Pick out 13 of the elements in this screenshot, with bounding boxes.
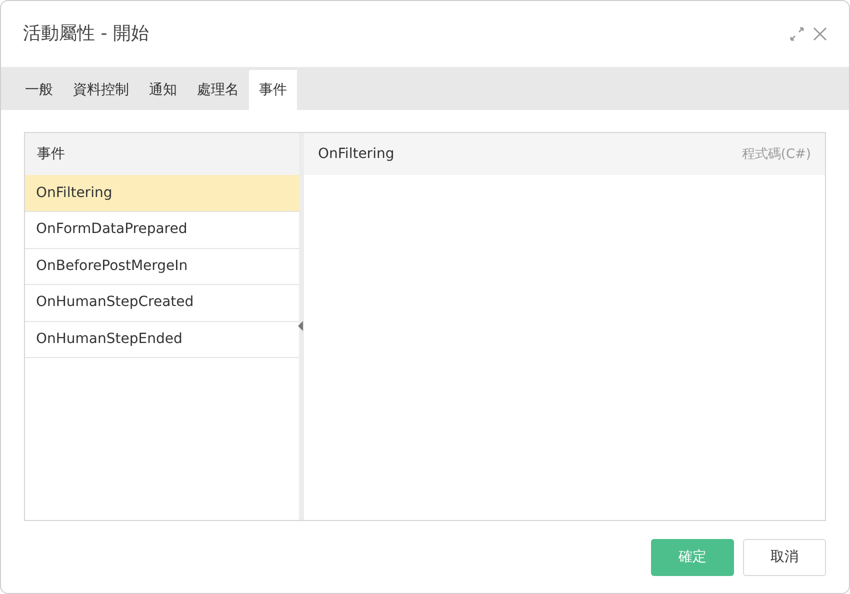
cancel-button[interactable]: 取消 xyxy=(743,538,826,576)
expand-icon[interactable] xyxy=(789,26,805,42)
tab[interactable]: 事件 xyxy=(249,70,297,110)
tab[interactable]: 通知 xyxy=(139,70,187,110)
language-label: 程式碼(C#) xyxy=(742,146,811,164)
tab[interactable]: 一般 xyxy=(15,70,63,110)
column-header: 事件 xyxy=(25,133,299,176)
event-item[interactable]: OnFiltering xyxy=(25,175,299,212)
tab[interactable]: 處理名 xyxy=(187,70,249,110)
tab[interactable]: 資料控制 xyxy=(63,70,139,110)
close-icon[interactable] xyxy=(813,26,827,41)
editor-title: OnFiltering xyxy=(318,144,394,164)
dialog-title: 活動屬性 - 開始 xyxy=(23,22,149,46)
